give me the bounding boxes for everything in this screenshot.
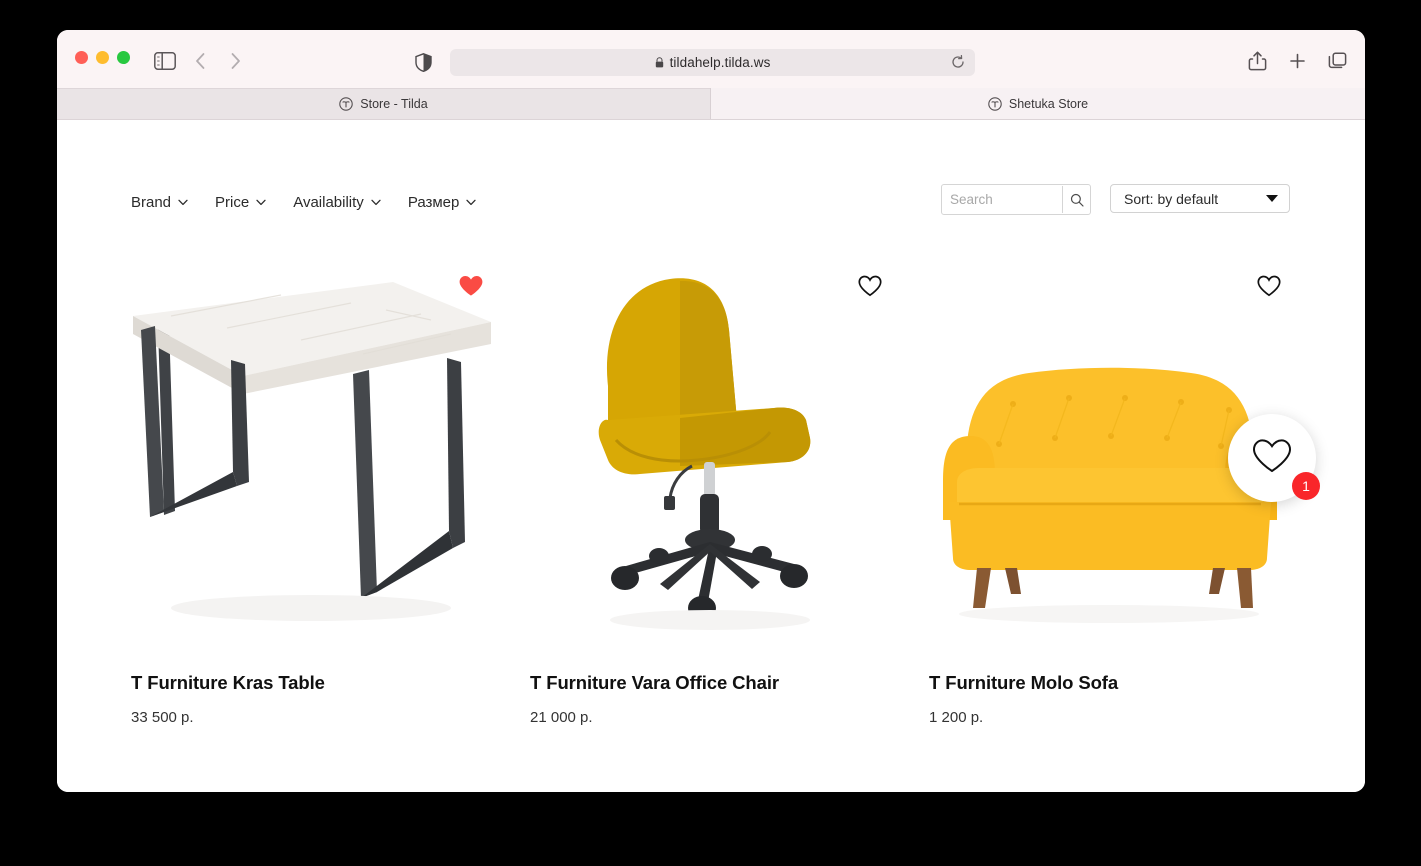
product-card[interactable]: T Furniture Vara Office Chair 21 000 p. xyxy=(530,268,891,726)
browser-tab-title: Store - Tilda xyxy=(360,96,428,111)
chevron-down-icon xyxy=(256,199,266,206)
filter-label: Price xyxy=(215,194,250,211)
privacy-shield-icon[interactable] xyxy=(415,53,432,73)
favorite-toggle-button[interactable] xyxy=(458,274,484,298)
product-price: 1 200 p. xyxy=(929,709,984,726)
sort-dropdown[interactable]: Sort: by default xyxy=(1110,184,1290,213)
close-window-button[interactable] xyxy=(75,51,88,64)
browser-tab-shetuka-store[interactable]: Shetuka Store xyxy=(711,88,1365,119)
browser-tab-store-tilda[interactable]: Store - Tilda xyxy=(57,88,711,119)
safari-window: tildahelp.tilda.ws Store - Tilda Shetuka… xyxy=(57,30,1365,792)
lock-icon xyxy=(655,57,664,68)
favorites-floating-widget[interactable]: 1 xyxy=(1228,414,1320,502)
minimize-window-button[interactable] xyxy=(96,51,109,64)
filter-availability[interactable]: Availability xyxy=(293,194,381,211)
address-bar[interactable]: tildahelp.tilda.ws xyxy=(450,49,975,76)
browser-toolbar: tildahelp.tilda.ws xyxy=(57,30,1365,88)
product-title: T Furniture Vara Office Chair xyxy=(530,672,779,693)
browser-tab-title: Shetuka Store xyxy=(1008,96,1089,111)
white-wood-table-black-legs xyxy=(131,268,492,650)
filter-razmer[interactable]: Размер xyxy=(408,194,477,211)
product-title: T Furniture Kras Table xyxy=(131,672,325,693)
heart-outline-icon xyxy=(857,275,883,302)
filter-label: Availability xyxy=(293,194,364,211)
heart-outline-icon xyxy=(1251,437,1293,480)
forward-button[interactable] xyxy=(230,52,241,70)
filter-bar: Brand Price Availability Размер xyxy=(131,194,477,211)
search-input[interactable] xyxy=(942,186,1062,213)
filter-label: Brand xyxy=(131,194,172,211)
search-button[interactable] xyxy=(1062,186,1090,213)
sidebar-toggle-icon[interactable] xyxy=(154,52,176,70)
chevron-down-icon xyxy=(466,199,477,206)
favorites-count-badge: 1 xyxy=(1292,472,1320,500)
tilda-favicon xyxy=(988,96,1002,111)
favorite-toggle-button[interactable] xyxy=(857,274,883,298)
mustard-yellow-office-chair xyxy=(530,268,891,650)
store-page: Brand Price Availability Размер Search S… xyxy=(57,120,1365,792)
search-box xyxy=(941,184,1091,215)
filter-brand[interactable]: Brand xyxy=(131,194,188,211)
maximize-window-button[interactable] xyxy=(117,51,130,64)
product-card[interactable]: T Furniture Kras Table 33 500 p. xyxy=(131,268,492,726)
triangle-down-icon xyxy=(1266,195,1278,202)
tilda-favicon xyxy=(339,96,354,111)
tab-strip: Store - Tilda Shetuka Store xyxy=(57,88,1365,120)
navigation-buttons xyxy=(195,52,241,70)
filter-price[interactable]: Price xyxy=(215,194,266,211)
toolbar-right-icons xyxy=(1248,51,1347,71)
sort-dropdown-label: Sort: by default xyxy=(1124,190,1219,207)
tab-overview-icon[interactable] xyxy=(1328,51,1347,71)
product-image xyxy=(530,268,891,650)
chevron-down-icon xyxy=(178,199,188,206)
product-price: 33 500 p. xyxy=(131,709,194,726)
favorite-toggle-button[interactable] xyxy=(1256,274,1282,298)
plus-icon[interactable] xyxy=(1288,51,1307,71)
window-controls xyxy=(75,51,130,64)
search-icon xyxy=(1070,193,1084,207)
address-bar-content: tildahelp.tilda.ws xyxy=(655,55,771,70)
chevron-down-icon xyxy=(371,199,381,206)
reload-icon[interactable] xyxy=(951,54,965,69)
heart-filled-icon xyxy=(458,276,484,302)
filter-label: Размер xyxy=(407,194,460,211)
heart-outline-icon xyxy=(1256,275,1282,302)
share-icon[interactable] xyxy=(1248,51,1267,71)
product-grid: T Furniture Kras Table 33 500 p. T Furni… xyxy=(131,268,1291,726)
product-price: 21 000 p. xyxy=(530,709,593,726)
product-image xyxy=(131,268,492,650)
product-title: T Furniture Molo Sofa xyxy=(929,672,1119,693)
back-button[interactable] xyxy=(195,52,206,70)
address-bar-url: tildahelp.tilda.ws xyxy=(669,55,771,70)
screen: tildahelp.tilda.ws Store - Tilda Shetuka… xyxy=(0,0,1421,866)
